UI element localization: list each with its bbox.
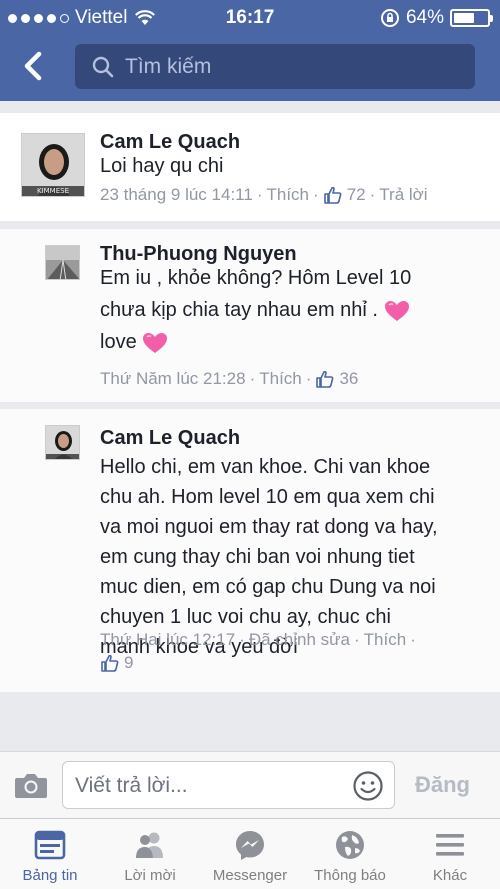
status-bar: Viettel 16:17 64%	[0, 0, 500, 36]
search-icon	[92, 56, 114, 77]
avatar[interactable]	[45, 245, 80, 280]
like-count[interactable]: 36	[339, 369, 358, 389]
comment-text-line: muc dien, em có gap chu Dung va noi	[100, 576, 436, 598]
tab-notifications[interactable]: Thông báo	[300, 819, 400, 889]
messenger-icon	[236, 831, 264, 860]
comment: Thu-Phuong Nguyen Em iu , khỏe không? Hô…	[0, 229, 500, 402]
rotation-lock-icon	[380, 9, 399, 27]
comment-time: Thứ Năm lúc 21:28	[100, 369, 246, 388]
heart-emoji-icon	[143, 332, 168, 353]
like-link[interactable]: Thích	[266, 185, 309, 205]
tab-label: Thông báo	[314, 867, 386, 884]
post-button[interactable]: Đăng	[415, 772, 470, 798]
comment-author[interactable]: Cam Le Quach	[100, 427, 240, 450]
camera-button[interactable]	[14, 770, 48, 800]
tab-label: Lời mời	[124, 867, 176, 884]
heart-emoji-icon	[384, 300, 409, 321]
battery-icon	[450, 9, 493, 27]
comment-time: Thứ Hai lúc 12:17	[100, 630, 236, 649]
tab-messenger[interactable]: Messenger	[200, 819, 300, 889]
thumbs-up-icon	[323, 186, 342, 204]
comment-text-line: love	[100, 331, 137, 353]
reply-placeholder: Viết trả lời...	[75, 774, 188, 797]
comment-text-line: va moi nguoi em thay rat dong va hay,	[100, 516, 438, 538]
comment-text-line: chu ah. Hom level 10 em qua xem chi	[100, 486, 435, 508]
emoji-button[interactable]	[352, 770, 384, 802]
top-header: Viettel 16:17 64% Tìm kiếm	[0, 0, 500, 101]
comment-text-line: chuyen 1 luc voi chu ay, chuc chi	[100, 606, 391, 628]
search-placeholder: Tìm kiếm	[125, 54, 212, 78]
tab-more[interactable]: Khác	[400, 819, 500, 889]
comment-text-line: Em iu , khỏe không? Hôm Level 10	[100, 267, 412, 289]
tab-bar: Bảng tin Lời mời Messenger Thông báo Khá…	[0, 818, 500, 889]
thumbs-up-icon	[101, 654, 119, 672]
battery-percent: 64%	[405, 7, 444, 28]
tab-news-feed[interactable]: Bảng tin	[0, 819, 100, 889]
comment-time: 23 tháng 9 lúc 14:11	[100, 185, 253, 204]
menu-icon	[436, 834, 464, 856]
comment-text-line: Hello chi, em van khoe. Chi van khoe	[100, 456, 431, 478]
avatar[interactable]	[45, 425, 80, 460]
chevron-left-icon	[24, 51, 42, 81]
reply-input[interactable]: Viết trả lời...	[62, 761, 395, 809]
globe-icon	[336, 831, 364, 859]
back-button[interactable]	[14, 46, 54, 86]
tab-friend-requests[interactable]: Lời mời	[100, 819, 200, 889]
like-link[interactable]: Thích	[364, 630, 407, 650]
comment: KIMMESE Cam Le Quach Loi hay qu chi 23 t…	[0, 113, 500, 221]
friend-requests-icon	[136, 832, 163, 858]
avatar[interactable]: KIMMESE	[21, 133, 85, 197]
like-count[interactable]: 72	[347, 185, 366, 205]
like-link[interactable]: Thích	[259, 369, 302, 389]
reply-link[interactable]: Trả lời	[379, 185, 427, 205]
tab-label: Bảng tin	[22, 867, 78, 884]
avatar-caption: KIMMESE	[36, 187, 70, 195]
news-feed-icon	[34, 830, 66, 860]
comment-text: Loi hay qu chi	[100, 155, 224, 177]
tab-label: Messenger	[212, 867, 288, 884]
comment-text-line: chưa kịp chia tay nhau em nhỉ .	[100, 299, 378, 321]
comment-text-line: em cung thay chi ban voi nhung tiet	[100, 546, 415, 568]
like-count[interactable]: 9	[124, 653, 133, 673]
comment: Cam Le Quach Hello chi, em van khoe. Chi…	[0, 409, 500, 692]
smiley-icon	[353, 771, 383, 801]
edited-link[interactable]: Đã chỉnh sửa	[249, 630, 350, 650]
camera-icon	[15, 774, 47, 798]
tab-label: Khác	[432, 867, 468, 884]
reply-composer: Viết trả lời... Đăng	[0, 751, 500, 818]
thumbs-up-icon	[316, 370, 334, 388]
search-input[interactable]: Tìm kiếm	[75, 44, 475, 89]
